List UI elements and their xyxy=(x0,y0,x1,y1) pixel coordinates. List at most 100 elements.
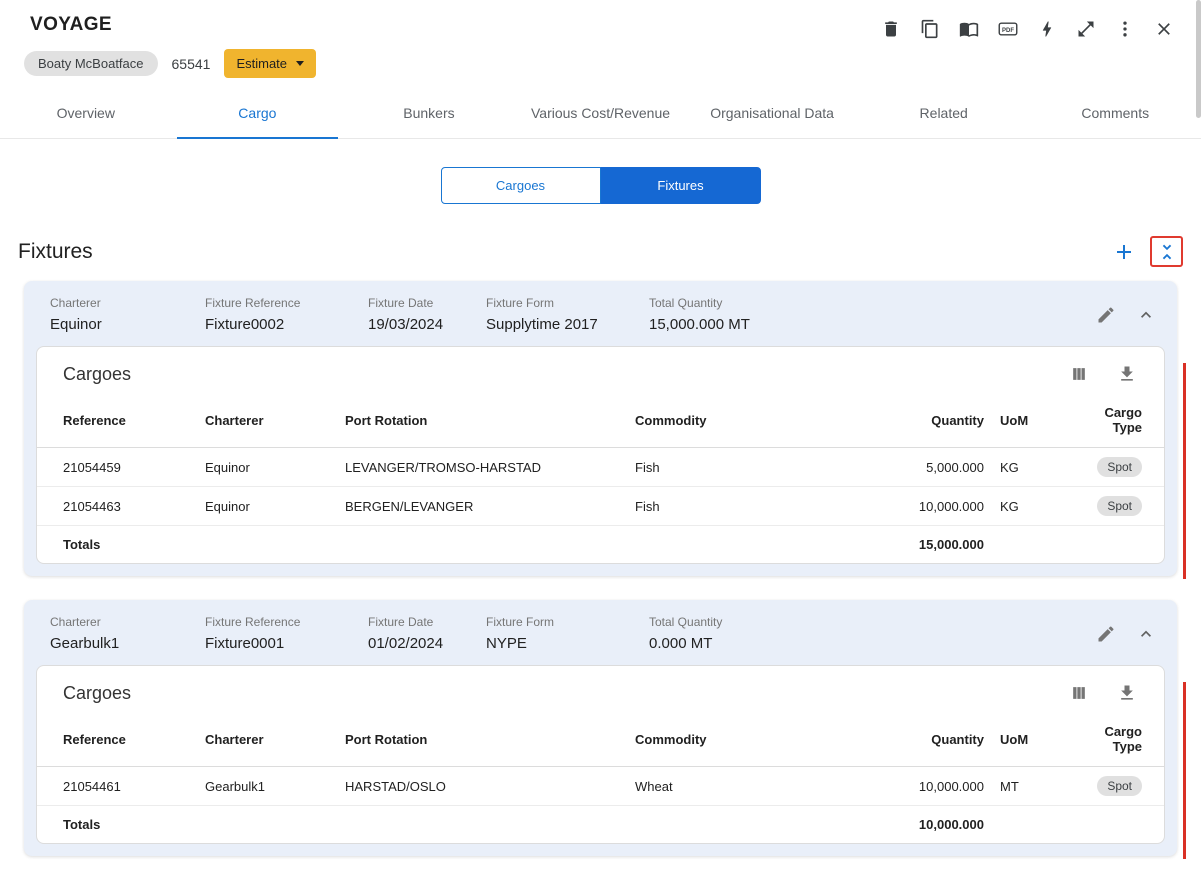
toggle-fixtures-button[interactable]: Fixtures xyxy=(600,167,761,204)
total-quantity-label: Total Quantity xyxy=(649,296,723,310)
cargoes-title: Cargoes xyxy=(63,682,132,703)
charterer-value: Gearbulk1 xyxy=(50,635,120,652)
estimate-button[interactable]: Estimate xyxy=(224,49,317,78)
toggle-cargoes-button[interactable]: Cargoes xyxy=(440,167,601,204)
copy-icon[interactable] xyxy=(919,18,941,40)
cell-commodity: Fish xyxy=(627,486,882,526)
col-charterer: Charterer xyxy=(197,712,337,767)
totals-quantity: 10,000.000 xyxy=(918,817,984,832)
fixture-date-label: Fixture Date xyxy=(368,615,434,629)
col-uom: UoM xyxy=(992,712,1072,767)
cell-charterer: Equinor xyxy=(197,486,337,526)
charterer-value: Equinor xyxy=(50,316,102,333)
tab-related[interactable]: Related xyxy=(858,90,1030,138)
svg-text:PDF: PDF xyxy=(1002,28,1014,34)
add-fixture-button[interactable] xyxy=(1110,238,1138,266)
col-quantity: Quantity xyxy=(882,712,992,767)
col-commodity: Commodity xyxy=(627,712,882,767)
book-icon[interactable] xyxy=(958,18,980,40)
fixtures-section-title: Fixtures xyxy=(18,239,93,263)
bolt-icon[interactable] xyxy=(1036,18,1058,40)
view-toggle: Cargoes Fixtures xyxy=(0,167,1201,204)
col-charterer: Charterer xyxy=(197,393,337,448)
fixture-reference-label: Fixture Reference xyxy=(205,615,301,629)
fixture-card-gearbulk1: Charterer Gearbulk1 Fixture Reference Fi… xyxy=(24,600,1186,859)
fixture-date-label: Fixture Date xyxy=(368,296,434,310)
page-title: VOYAGE xyxy=(30,14,112,35)
expand-fullscreen-icon[interactable] xyxy=(1075,18,1097,40)
kebab-menu-icon[interactable] xyxy=(1114,18,1136,40)
cell-charterer: Equinor xyxy=(197,447,337,487)
cell-charterer: Gearbulk1 xyxy=(197,766,337,806)
col-uom: UoM xyxy=(992,393,1072,448)
cargo-type-badge: Spot xyxy=(1097,496,1142,516)
total-quantity-label: Total Quantity xyxy=(649,615,723,629)
totals-label: Totals xyxy=(63,537,101,552)
cargoes-card: Cargoes Reference Charterer Port Rotatio… xyxy=(36,346,1165,564)
edit-fixture-icon[interactable] xyxy=(1095,304,1117,326)
download-icon[interactable] xyxy=(1116,363,1138,385)
fixture-reference-value: Fixture0001 xyxy=(205,635,285,652)
fixture-date-value: 01/02/2024 xyxy=(368,635,444,652)
download-icon[interactable] xyxy=(1116,682,1138,704)
fixture-alert-bar xyxy=(1183,363,1186,579)
cell-commodity: Fish xyxy=(627,447,882,487)
cargoes-card: Cargoes Reference Charterer Port Rotatio… xyxy=(36,665,1165,844)
edit-fixture-icon[interactable] xyxy=(1095,623,1117,645)
totals-row: Totals 10,000.000 xyxy=(37,806,1164,844)
tab-various-cost-revenue[interactable]: Various Cost/Revenue xyxy=(515,90,687,138)
cell-quantity: 10,000.000 xyxy=(882,486,992,526)
col-cargo-type: Cargo Type xyxy=(1072,393,1164,448)
cell-reference: 21054459 xyxy=(37,447,197,487)
cell-quantity: 10,000.000 xyxy=(882,766,992,806)
scrollbar[interactable] xyxy=(1196,0,1201,118)
tab-comments[interactable]: Comments xyxy=(1029,90,1201,138)
main-tabs: Overview Cargo Bunkers Various Cost/Reve… xyxy=(0,90,1201,139)
fixture-form-value: NYPE xyxy=(486,635,527,652)
columns-icon[interactable] xyxy=(1068,363,1090,385)
collapse-fixture-icon[interactable] xyxy=(1135,623,1157,645)
fixture-date-value: 19/03/2024 xyxy=(368,316,444,333)
col-cargo-type: Cargo Type xyxy=(1072,712,1164,767)
col-quantity: Quantity xyxy=(882,393,992,448)
cell-reference: 21054461 xyxy=(37,766,197,806)
estimate-button-label: Estimate xyxy=(236,56,288,71)
tab-bunkers[interactable]: Bunkers xyxy=(343,90,515,138)
pdf-icon[interactable]: PDF xyxy=(997,18,1019,40)
table-header-row: Reference Charterer Port Rotation Commod… xyxy=(37,712,1164,767)
cargoes-table: Reference Charterer Port Rotation Commod… xyxy=(37,393,1164,563)
cargoes-title: Cargoes xyxy=(63,363,132,384)
vessel-chip: Boaty McBoatface xyxy=(24,51,158,76)
collapse-all-button[interactable] xyxy=(1150,236,1183,267)
col-reference: Reference xyxy=(37,712,197,767)
collapse-fixture-icon[interactable] xyxy=(1135,304,1157,326)
cargo-type-badge: Spot xyxy=(1097,457,1142,477)
col-reference: Reference xyxy=(37,393,197,448)
table-row[interactable]: 21054459 Equinor LEVANGER/TROMSO-HARSTAD… xyxy=(37,447,1164,487)
charterer-label: Charterer xyxy=(50,296,101,310)
fixture-reference-label: Fixture Reference xyxy=(205,296,301,310)
voyage-number: 65541 xyxy=(171,55,211,72)
unfold-less-icon xyxy=(1162,244,1171,259)
cell-uom: KG xyxy=(992,447,1072,487)
delete-icon[interactable] xyxy=(880,18,902,40)
table-header-row: Reference Charterer Port Rotation Commod… xyxy=(37,393,1164,448)
columns-icon[interactable] xyxy=(1068,682,1090,704)
cell-reference: 21054463 xyxy=(37,486,197,526)
fixture-card-equinor: Charterer Equinor Fixture Reference Fixt… xyxy=(24,281,1186,579)
fixture-reference-value: Fixture0002 xyxy=(205,316,285,333)
tab-cargo[interactable]: Cargo xyxy=(172,90,344,139)
caret-down-icon xyxy=(296,61,305,66)
table-row[interactable]: 21054461 Gearbulk1 HARSTAD/OSLO Wheat 10… xyxy=(37,766,1164,806)
col-port-rotation: Port Rotation xyxy=(337,393,627,448)
table-row[interactable]: 21054463 Equinor BERGEN/LEVANGER Fish 10… xyxy=(37,486,1164,526)
tab-overview[interactable]: Overview xyxy=(0,90,172,138)
total-quantity-value: 0.000 MT xyxy=(649,635,713,652)
close-icon[interactable] xyxy=(1153,18,1175,40)
tab-organisational-data[interactable]: Organisational Data xyxy=(686,90,858,138)
totals-quantity: 15,000.000 xyxy=(918,537,984,552)
cell-uom: KG xyxy=(992,486,1072,526)
fixture-form-label: Fixture Form xyxy=(486,296,555,310)
cell-port-rotation: LEVANGER/TROMSO-HARSTAD xyxy=(337,447,627,487)
charterer-label: Charterer xyxy=(50,615,101,629)
